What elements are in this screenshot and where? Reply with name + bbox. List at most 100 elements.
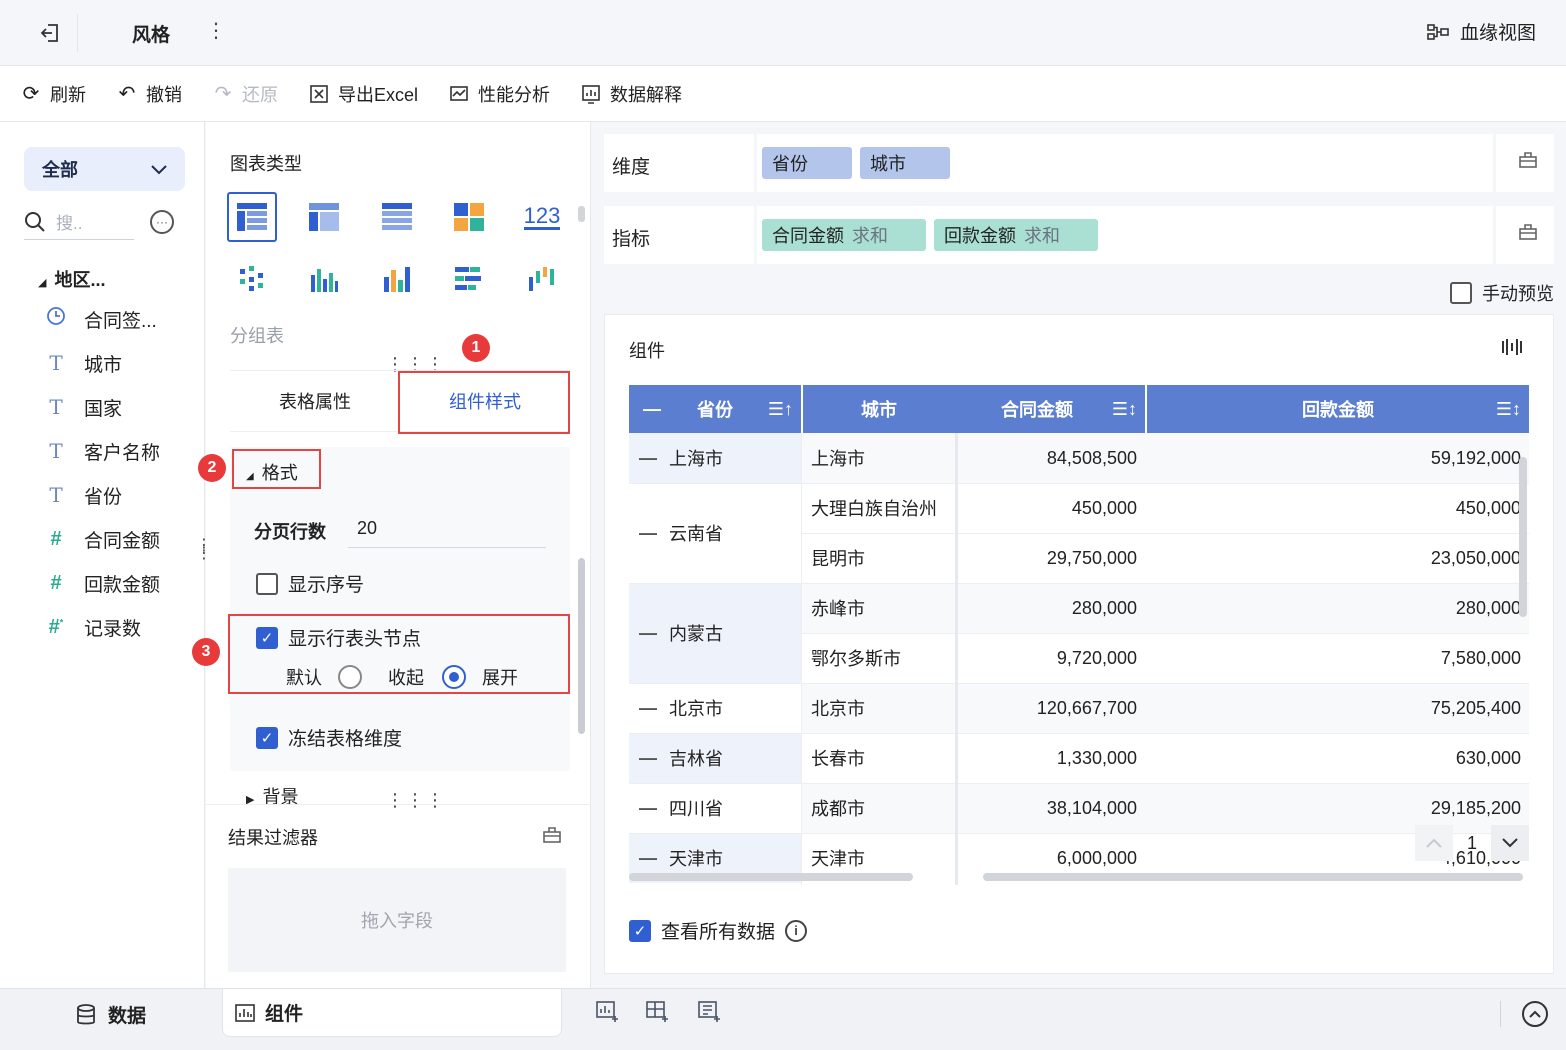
annotation-badge-2: 2 (198, 454, 226, 482)
view-all-data-option[interactable]: ✓ 查看所有数据 i (629, 917, 808, 944)
province-cell[interactable]: — 上海市 (639, 433, 723, 483)
horizontal-scrollbar[interactable] (983, 873, 1523, 881)
column-header-label: 省份 (697, 400, 733, 420)
data-explain-button[interactable]: 数据解释 (580, 81, 682, 107)
horizontal-scrollbar-frozen[interactable] (629, 873, 913, 881)
field-item-customer[interactable]: T 客户名称 (44, 436, 160, 466)
province-cell[interactable]: — 北京市 (639, 683, 723, 733)
scope-select[interactable]: 全部 (24, 147, 185, 191)
back-button[interactable] (22, 14, 78, 52)
manual-preview-option[interactable]: 手动预览 (1450, 280, 1554, 306)
redo-button[interactable]: ↷ 还原 (212, 81, 278, 107)
freeze-dimension-option[interactable]: ✓ 冻结表格维度 (256, 724, 402, 751)
tab-table-properties[interactable]: 表格属性 (230, 371, 400, 431)
clear-icon[interactable] (542, 826, 562, 849)
province-cell[interactable]: — 四川省 (639, 783, 723, 833)
measure-shelf[interactable]: 指标 合同金额 求和 回款金额 求和 (604, 206, 1554, 264)
filter-drop-zone[interactable]: 拖入字段 (228, 868, 566, 972)
chart-type-number-card[interactable]: 123 (517, 192, 567, 242)
config-scrollbar[interactable] (578, 558, 585, 734)
show-index-label: 显示序号 (288, 575, 365, 596)
panel-resize-handle[interactable]: ⋮ ⋮ (196, 538, 212, 562)
field-item-contract-date[interactable]: 合同签... (44, 304, 157, 334)
sort-icon[interactable]: ☰↑ (768, 399, 793, 420)
divider (206, 804, 591, 805)
field-item-contract-amount[interactable]: # 合同金额 (44, 524, 160, 554)
background-section-header[interactable]: ▶ 背景 (246, 783, 298, 809)
more-options-icon[interactable]: ⋮ (206, 18, 226, 43)
collapse-icon[interactable]: — (639, 698, 657, 719)
column-header-contract[interactable]: 合同金额 ☰↕ (955, 385, 1145, 433)
chart-type-group-table[interactable] (227, 192, 277, 242)
info-icon[interactable]: i (785, 919, 808, 942)
collapse-all-icon[interactable]: — (643, 399, 661, 420)
collapse-icon[interactable]: — (639, 798, 657, 819)
drag-handle-icon[interactable]: ⋮⋮⋮ (386, 790, 446, 811)
collapse-icon[interactable]: — (639, 748, 657, 769)
collapse-icon[interactable]: — (639, 523, 657, 544)
province-cell[interactable]: — 吉林省 (639, 733, 723, 783)
measure-pill-contract[interactable]: 合同金额 求和 (762, 219, 926, 251)
column-header-province[interactable]: — 省份 ☰↑ (629, 385, 801, 433)
page-rows-input[interactable]: 20 (348, 510, 546, 548)
add-widget-icon[interactable] (596, 1001, 620, 1029)
more-icon[interactable]: ··· (150, 210, 174, 234)
result-filter-label: 结果过滤器 (228, 828, 318, 848)
text-type-icon: T (49, 439, 63, 463)
dimension-pill-city[interactable]: 城市 (860, 147, 950, 179)
view-all-checkbox[interactable]: ✓ (629, 919, 651, 942)
chart-type-column-chart[interactable] (372, 254, 422, 304)
vertical-scrollbar[interactable] (1519, 457, 1527, 617)
field-item-country[interactable]: T 国家 (44, 392, 122, 422)
collapse-icon[interactable]: — (639, 848, 657, 869)
show-index-checkbox[interactable] (256, 572, 278, 595)
show-index-option[interactable]: 显示序号 (256, 570, 364, 597)
chart-type-kpi-card[interactable] (444, 192, 494, 242)
manual-preview-checkbox[interactable] (1450, 282, 1472, 304)
chart-type-stacked-bar[interactable] (444, 254, 494, 304)
clear-icon[interactable] (1518, 223, 1538, 247)
tab-data[interactable]: 数据 (76, 1001, 146, 1028)
search-input[interactable]: 搜.. (24, 204, 134, 240)
tab-widget[interactable]: 组件 (222, 989, 562, 1037)
clear-icon[interactable] (1518, 151, 1538, 175)
prev-page-button[interactable] (1415, 825, 1453, 861)
field-item-record-count[interactable]: #* 记录数 (44, 612, 141, 642)
field-item-city[interactable]: T 城市 (44, 348, 122, 378)
field-group-title[interactable]: ◢ 地区... (38, 266, 105, 292)
chart-type-waterfall[interactable] (517, 254, 567, 304)
sort-icon[interactable]: ☰↕ (1112, 399, 1137, 420)
widget-title: 组件 (629, 341, 665, 361)
chart-type-detail-table[interactable] (372, 192, 422, 242)
refresh-button[interactable]: ⟳ 刷新 (20, 81, 86, 107)
export-excel-button[interactable]: 导出Excel (308, 81, 418, 107)
collapse-icon[interactable]: — (639, 623, 657, 644)
province-cell[interactable]: — 内蒙古 (639, 608, 723, 658)
add-text-widget-icon[interactable] (698, 1001, 722, 1029)
field-item-payment-amount[interactable]: # 回款金额 (44, 568, 160, 598)
collapse-icon[interactable]: — (639, 448, 657, 469)
dimension-pill-province[interactable]: 省份 (762, 147, 852, 179)
chart-type-scrollbar[interactable] (578, 206, 585, 222)
chart-settings-icon[interactable] (1501, 337, 1523, 363)
performance-analysis-button[interactable]: 性能分析 (448, 81, 550, 107)
field-item-province[interactable]: T 省份 (44, 480, 122, 510)
field-label: 国家 (84, 398, 123, 420)
collapse-panel-icon[interactable] (1522, 1001, 1548, 1027)
chart-type-bar-chart[interactable] (299, 254, 349, 304)
column-header-payment[interactable]: 回款金额 ☰↕ (1147, 385, 1529, 433)
next-page-button[interactable] (1491, 825, 1529, 861)
measure-name: 回款金额 (944, 226, 1016, 246)
freeze-dimension-checkbox[interactable]: ✓ (256, 726, 278, 749)
column-header-city[interactable]: 城市 (803, 385, 955, 433)
tab-data-label: 数据 (108, 1006, 147, 1027)
chart-type-cross-table[interactable] (299, 192, 349, 242)
add-filter-widget-icon[interactable] (646, 1001, 670, 1029)
chart-type-dot-chart[interactable] (227, 254, 277, 304)
lineage-view-button[interactable]: 血缘视图 (1426, 18, 1536, 45)
dimension-shelf[interactable]: 维度 省份 城市 (604, 134, 1554, 192)
province-cell[interactable]: — 云南省 (639, 508, 723, 558)
measure-pill-payment[interactable]: 回款金额 求和 (934, 219, 1098, 251)
undo-button[interactable]: ↶ 撤销 (116, 81, 182, 107)
sort-icon[interactable]: ☰↕ (1496, 399, 1521, 420)
